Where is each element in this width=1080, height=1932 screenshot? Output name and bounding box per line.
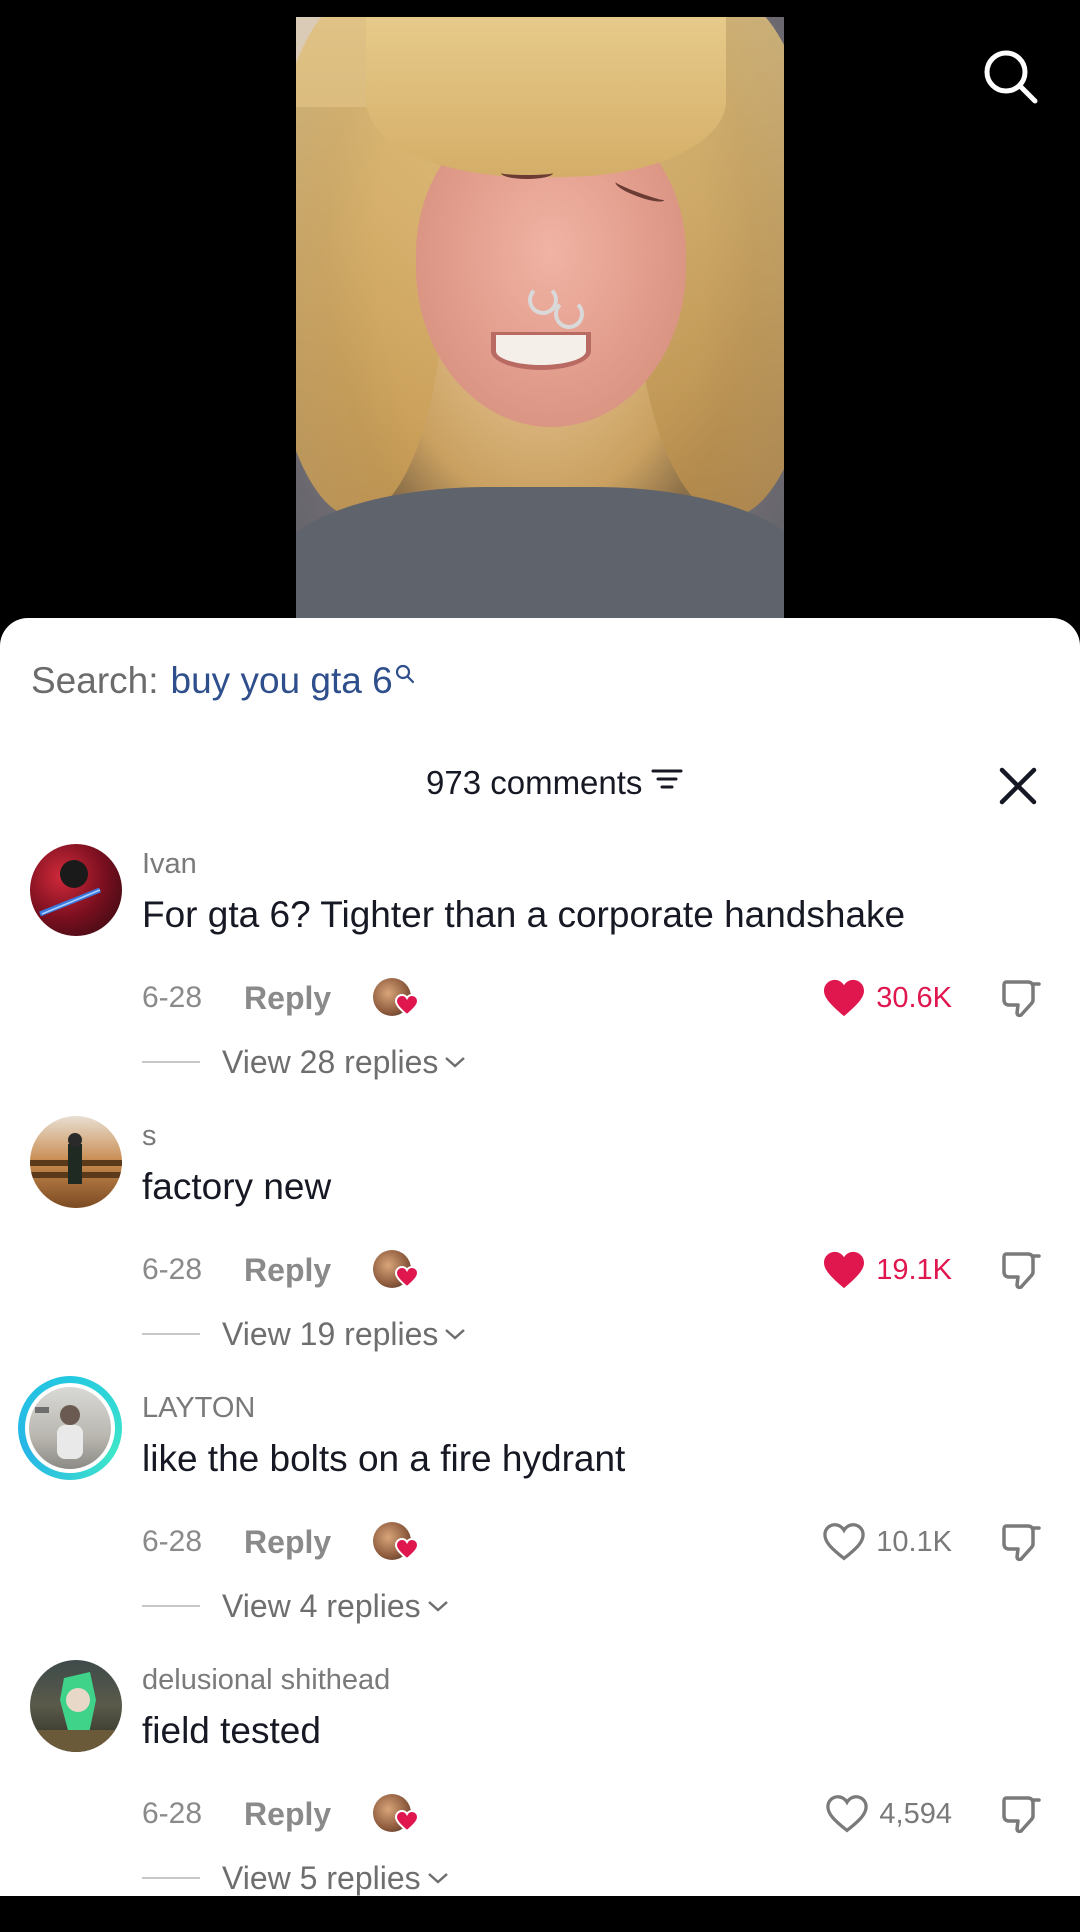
like-count: 10.1K [876,1525,952,1558]
like-button[interactable]: 4,594 [825,1792,952,1836]
heart-icon [395,994,420,1016]
video-player[interactable] [0,0,1080,640]
divider [142,1333,200,1335]
comment-text: factory new [142,1166,332,1207]
view-replies-button[interactable]: View 5 replies [142,1858,449,1898]
heart-outline-icon [826,1795,869,1833]
heart-icon [395,1538,420,1560]
magnifier-icon [395,651,415,693]
view-replies-button[interactable]: View 19 replies [142,1314,466,1354]
reply-button[interactable]: Reply [244,980,331,1017]
dislike-icon[interactable] [998,1248,1044,1294]
avatar-story-ring[interactable] [18,1376,122,1480]
divider [142,1061,200,1063]
comment-meta: 6-28 Reply [142,1792,420,1836]
like-button[interactable]: 10.1K [822,1520,952,1564]
comment-date: 6-28 [142,981,203,1014]
search-suggestion[interactable]: Search: buy you gta 6 [31,660,415,702]
heart-icon [395,1810,420,1832]
like-count: 19.1K [876,1253,952,1286]
dislike-icon[interactable] [998,1520,1044,1566]
comment-text: For gta 6? Tighter than a corporate hand… [142,894,906,935]
chevron-down-icon [427,1601,448,1612]
comments-count: 973 comments [426,764,643,801]
view-replies-label: View 19 replies [222,1315,439,1352]
comment-meta: 6-28 Reply [142,976,420,1020]
comment-username[interactable]: Ivan [142,848,197,881]
comments-count-button[interactable]: 973 comments [426,764,684,802]
comment-username[interactable]: s [142,1120,157,1153]
view-replies-button[interactable]: View 28 replies [142,1042,466,1082]
comment-date: 6-28 [142,1525,203,1558]
chevron-down-icon [445,1329,466,1340]
mouth [491,332,591,370]
comment-meta: 6-28 Reply [142,1520,420,1564]
reply-button[interactable]: Reply [244,1252,331,1289]
nose-ring-2 [554,299,584,329]
creator-liked-badge [373,978,420,1018]
bangs [366,17,726,177]
like-button[interactable]: 30.6K [822,976,952,1020]
comment-item: delusional shithead field tested 6-28 Re… [0,1660,1080,1932]
reply-button[interactable]: Reply [244,1524,331,1561]
comment-username[interactable]: delusional shithead [142,1664,390,1697]
view-replies-button[interactable]: View 4 replies [142,1586,449,1626]
search-term-link[interactable]: buy you gta 6 [171,660,393,702]
view-replies-label: View 5 replies [222,1859,421,1896]
eye-left [501,167,553,179]
view-replies-label: View 4 replies [222,1587,421,1624]
comment-item: Ivan For gta 6? Tighter than a corporate… [0,844,1080,1116]
heart-outline-icon [823,1523,865,1561]
dislike-icon[interactable] [998,976,1044,1022]
like-count: 30.6K [876,981,952,1014]
search-icon[interactable] [980,46,1040,106]
shirt [296,487,784,627]
comment-date: 6-28 [142,1797,203,1830]
comment-date: 6-28 [142,1253,203,1286]
like-button[interactable]: 19.1K [822,1248,952,1292]
divider [142,1877,200,1879]
comments-header: 973 comments [0,756,1080,816]
comment-item: s factory new 6-28 Reply 19.1K View 19 r… [0,1116,1080,1388]
comment-username[interactable]: LAYTON [142,1392,255,1425]
comment-text: field tested [142,1710,321,1751]
search-label: Search: [31,660,159,701]
heart-filled-icon [824,979,865,1017]
chevron-down-icon [445,1057,466,1068]
video-frame[interactable] [296,17,784,627]
dislike-icon[interactable] [998,1792,1044,1838]
avatar[interactable] [30,844,122,936]
creator-liked-badge [373,1794,420,1834]
creator-liked-badge [373,1250,420,1290]
like-count: 4,594 [879,1797,952,1830]
close-x-icon[interactable] [996,764,1040,808]
chevron-down-icon [427,1873,448,1884]
comment-text: like the bolts on a fire hydrant [142,1438,626,1479]
creator-liked-badge [373,1522,420,1562]
comment-item: LAYTON like the bolts on a fire hydrant … [0,1376,1080,1660]
avatar [25,1383,115,1473]
comments-sheet: Search: buy you gta 6 973 comments Ivan … [0,618,1080,1896]
reply-button[interactable]: Reply [244,1796,331,1833]
heart-filled-icon [824,1251,865,1289]
divider [142,1605,200,1607]
view-replies-label: View 28 replies [222,1043,439,1080]
avatar[interactable] [30,1116,122,1208]
heart-icon [395,1266,420,1288]
sort-lines-icon [650,764,684,802]
comment-meta: 6-28 Reply [142,1248,420,1292]
avatar[interactable] [30,1660,122,1752]
